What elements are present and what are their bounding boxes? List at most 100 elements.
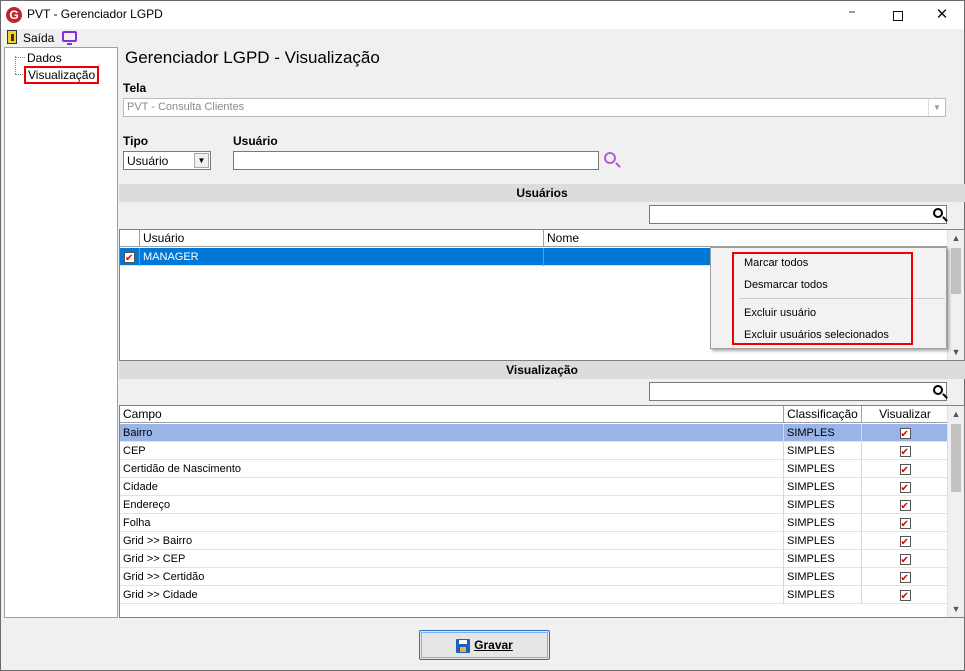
view-col-visualizar[interactable]: Visualizar: [862, 406, 948, 423]
table-row[interactable]: CEP SIMPLES: [120, 442, 948, 462]
title-bar: G PVT - Gerenciador LGPD ✕: [1, 1, 964, 29]
checkbox-checked-icon[interactable]: [899, 444, 911, 462]
checkbox-checked-icon[interactable]: [899, 498, 911, 516]
window-title: PVT - Gerenciador LGPD: [27, 7, 163, 21]
view-cell-classificacao: SIMPLES: [784, 478, 862, 496]
search-icon[interactable]: [933, 208, 943, 218]
tree-item-dados[interactable]: Dados: [27, 51, 62, 65]
save-button[interactable]: Gravar: [419, 630, 550, 660]
maximize-icon: [893, 11, 903, 22]
checkbox-checked-icon[interactable]: [899, 534, 911, 552]
tela-label: Tela: [123, 81, 147, 95]
scroll-up-icon[interactable]: ▲: [948, 406, 964, 422]
view-filter-input[interactable]: [649, 382, 947, 401]
checkbox-checked-icon[interactable]: [899, 552, 911, 570]
checkbox-checked-icon[interactable]: [124, 250, 135, 268]
search-icon[interactable]: [933, 385, 943, 395]
chevron-down-icon[interactable]: ▼: [928, 99, 945, 116]
users-scrollbar[interactable]: ▲ ▼: [947, 230, 964, 360]
view-cell-classificacao: SIMPLES: [784, 550, 862, 568]
users-grid-header: Usuário Nome: [120, 230, 948, 247]
view-grid: Campo Classificação Visualizar Bairro SIM…: [119, 405, 965, 618]
view-cell-classificacao: SIMPLES: [784, 496, 862, 514]
users-header-check: [120, 230, 140, 247]
minimize-button[interactable]: [829, 1, 875, 29]
table-row[interactable]: Grid >> Cidade SIMPLES: [120, 586, 948, 606]
view-cell-visualizar[interactable]: [862, 496, 948, 516]
scroll-thumb[interactable]: [951, 248, 961, 294]
context-menu: Marcar todos Desmarcar todos Excluir usu…: [710, 247, 947, 349]
view-col-classificacao[interactable]: Classificação: [784, 406, 862, 423]
view-cell-visualizar[interactable]: [862, 550, 948, 570]
checkbox-checked-icon[interactable]: [899, 480, 911, 498]
scroll-down-icon[interactable]: ▼: [948, 344, 964, 360]
checkbox-checked-icon[interactable]: [899, 426, 911, 444]
tipo-select[interactable]: Usuário ▼: [123, 151, 211, 170]
view-cell-visualizar[interactable]: [862, 532, 948, 552]
checkbox-checked-icon[interactable]: [899, 462, 911, 480]
view-scrollbar[interactable]: ▲ ▼: [947, 406, 964, 617]
floppy-disk-icon: [456, 638, 471, 653]
view-cell-campo: Bairro: [120, 424, 784, 442]
close-button[interactable]: ✕: [919, 1, 965, 29]
users-col-nome[interactable]: Nome: [544, 230, 948, 247]
users-section-header: Usuários: [119, 184, 965, 202]
save-button-focus: [421, 632, 548, 658]
checkbox-checked-icon[interactable]: [899, 516, 911, 534]
tela-select-value: PVT - Consulta Clientes: [127, 101, 245, 113]
view-cell-visualizar[interactable]: [862, 586, 948, 606]
tipo-select-value: Usuário: [127, 154, 169, 168]
table-row[interactable]: Bairro SIMPLES: [120, 424, 948, 444]
monitor-icon[interactable]: [62, 31, 77, 45]
main-window: G PVT - Gerenciador LGPD ✕ Saída Dados V…: [0, 0, 965, 671]
view-cell-campo: Grid >> Certidão: [120, 568, 784, 586]
table-row[interactable]: Grid >> CEP SIMPLES: [120, 550, 948, 570]
view-cell-campo: Grid >> CEP: [120, 550, 784, 568]
table-row[interactable]: Grid >> Bairro SIMPLES: [120, 532, 948, 552]
view-cell-visualizar[interactable]: [862, 424, 948, 444]
search-icon[interactable]: [604, 152, 616, 164]
view-cell-campo: CEP: [120, 442, 784, 460]
view-cell-classificacao: SIMPLES: [784, 424, 862, 442]
exit-door-icon[interactable]: [7, 30, 17, 44]
toolbar: Saída: [1, 29, 964, 47]
view-cell-visualizar[interactable]: [862, 478, 948, 498]
view-cell-campo: Grid >> Cidade: [120, 586, 784, 604]
view-cell-campo: Grid >> Bairro: [120, 532, 784, 550]
tipo-label: Tipo: [123, 134, 149, 148]
tree-item-visualizacao[interactable]: Visualização: [24, 66, 100, 84]
row-checkbox[interactable]: [120, 248, 140, 268]
table-row[interactable]: Cidade SIMPLES: [120, 478, 948, 498]
maximize-button[interactable]: [875, 1, 921, 29]
tela-select[interactable]: PVT - Consulta Clientes ▼: [123, 98, 946, 117]
usuario-input[interactable]: [233, 151, 599, 170]
view-grid-header: Campo Classificação Visualizar: [120, 406, 948, 423]
scroll-up-icon[interactable]: ▲: [948, 230, 964, 246]
table-row[interactable]: Certidão de Nascimento SIMPLES: [120, 460, 948, 480]
users-filter-input[interactable]: [649, 205, 947, 224]
table-row[interactable]: Folha SIMPLES: [120, 514, 948, 534]
page-title: Gerenciador LGPD - Visualização: [125, 48, 380, 67]
view-cell-visualizar[interactable]: [862, 460, 948, 480]
chevron-down-icon[interactable]: ▼: [194, 153, 209, 168]
usuario-label: Usuário: [233, 134, 278, 148]
tree-connector: [15, 56, 16, 74]
scroll-down-icon[interactable]: ▼: [948, 601, 964, 617]
tree-connector: [15, 57, 25, 58]
users-col-usuario[interactable]: Usuário: [140, 230, 544, 247]
view-cell-classificacao: SIMPLES: [784, 442, 862, 460]
view-cell-visualizar[interactable]: [862, 568, 948, 588]
table-row[interactable]: Grid >> Certidão SIMPLES: [120, 568, 948, 588]
scroll-thumb[interactable]: [951, 424, 961, 492]
exit-button[interactable]: Saída: [23, 31, 54, 45]
view-cell-visualizar[interactable]: [862, 514, 948, 534]
view-cell-campo: Certidão de Nascimento: [120, 460, 784, 478]
view-cell-visualizar[interactable]: [862, 442, 948, 462]
table-row[interactable]: Endereço SIMPLES: [120, 496, 948, 516]
checkbox-checked-icon[interactable]: [899, 588, 911, 606]
checkbox-checked-icon[interactable]: [899, 570, 911, 588]
view-cell-classificacao: SIMPLES: [784, 586, 862, 604]
view-cell-campo: Cidade: [120, 478, 784, 496]
view-col-campo[interactable]: Campo: [120, 406, 784, 423]
view-cell-campo: Endereço: [120, 496, 784, 514]
